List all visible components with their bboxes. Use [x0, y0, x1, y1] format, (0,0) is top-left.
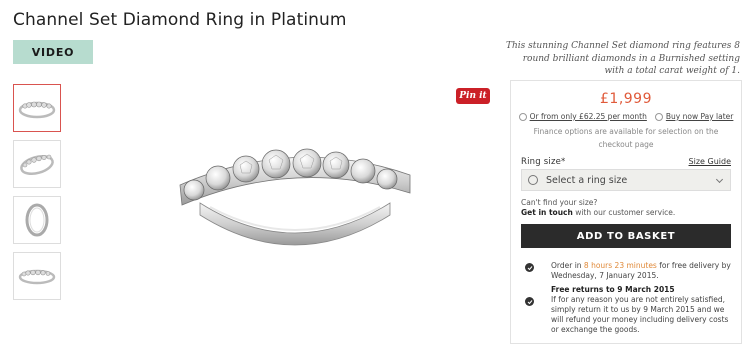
product-description: This stunning Channel Set diamond ring f… [506, 41, 740, 76]
contact-text-rest: with our customer service. [572, 208, 676, 217]
finance-option-link[interactable]: Or from only £62.25 per month [518, 112, 647, 121]
buy-now-pay-later-label: Buy now Pay later [665, 112, 734, 121]
finance-note: Finance options are available for select… [533, 127, 719, 149]
delivery-countdown: 8 hours 23 minutes [583, 261, 657, 270]
check-icon [525, 263, 534, 272]
ring-size-select[interactable]: Select a ring size [521, 169, 731, 191]
ring-size-label: Ring size* [521, 157, 566, 167]
thumbnail-front-view[interactable] [13, 84, 61, 132]
video-button[interactable]: VIDEO [13, 40, 93, 64]
delivery-info: Order in 8 hours 23 minutes for free del… [525, 261, 733, 281]
ring-thumbnail-icon [25, 203, 49, 237]
product-price: £1,999 [600, 91, 652, 107]
returns-title: Free returns to 9 March 2015 [551, 285, 675, 294]
returns-body: If for any reason you are not entirely s… [551, 295, 729, 334]
contact-text: Get in touch with our customer service. [521, 208, 675, 217]
get-in-touch-link[interactable]: Get in touch [521, 208, 573, 217]
finance-radio-icon [518, 112, 527, 121]
returns-text: Free returns to 9 March 2015 If for any … [551, 285, 733, 335]
returns-info: Free returns to 9 March 2015 If for any … [525, 285, 733, 335]
ring-thumbnail-icon [20, 154, 54, 176]
buy-now-pay-later-link[interactable]: Buy now Pay later [654, 112, 734, 121]
ring-thumbnail-icon [18, 101, 56, 119]
purchase-panel: £1,999 Or from only £62.25 per month Buy… [510, 80, 742, 344]
add-to-basket-button[interactable]: ADD TO BASKET [521, 224, 731, 248]
thumbnail-side-profile-view[interactable] [13, 196, 61, 244]
finance-radio-icon [654, 112, 663, 121]
delivery-text: Order in 8 hours 23 minutes for free del… [551, 261, 733, 281]
thumbnail-angled-view[interactable] [13, 140, 61, 188]
check-icon [525, 297, 534, 306]
product-title: Channel Set Diamond Ring in Platinum [13, 10, 347, 30]
ring-thumbnail-icon [18, 269, 56, 285]
ring-size-select-value: Select a ring size [546, 174, 628, 186]
product-main-image [179, 148, 411, 246]
ring-icon [528, 175, 538, 185]
finance-option-label: Or from only £62.25 per month [529, 112, 647, 121]
finance-links: Or from only £62.25 per month Buy now Pa… [511, 112, 741, 121]
thumbnail-flat-view[interactable] [13, 252, 61, 300]
delivery-prefix: Order in [551, 261, 584, 270]
cant-find-size-text: Can't find your size? [521, 198, 598, 207]
size-guide-link[interactable]: Size Guide [689, 157, 731, 166]
pinterest-pin-button[interactable]: Pin it [456, 88, 490, 104]
chevron-down-icon [715, 175, 724, 184]
